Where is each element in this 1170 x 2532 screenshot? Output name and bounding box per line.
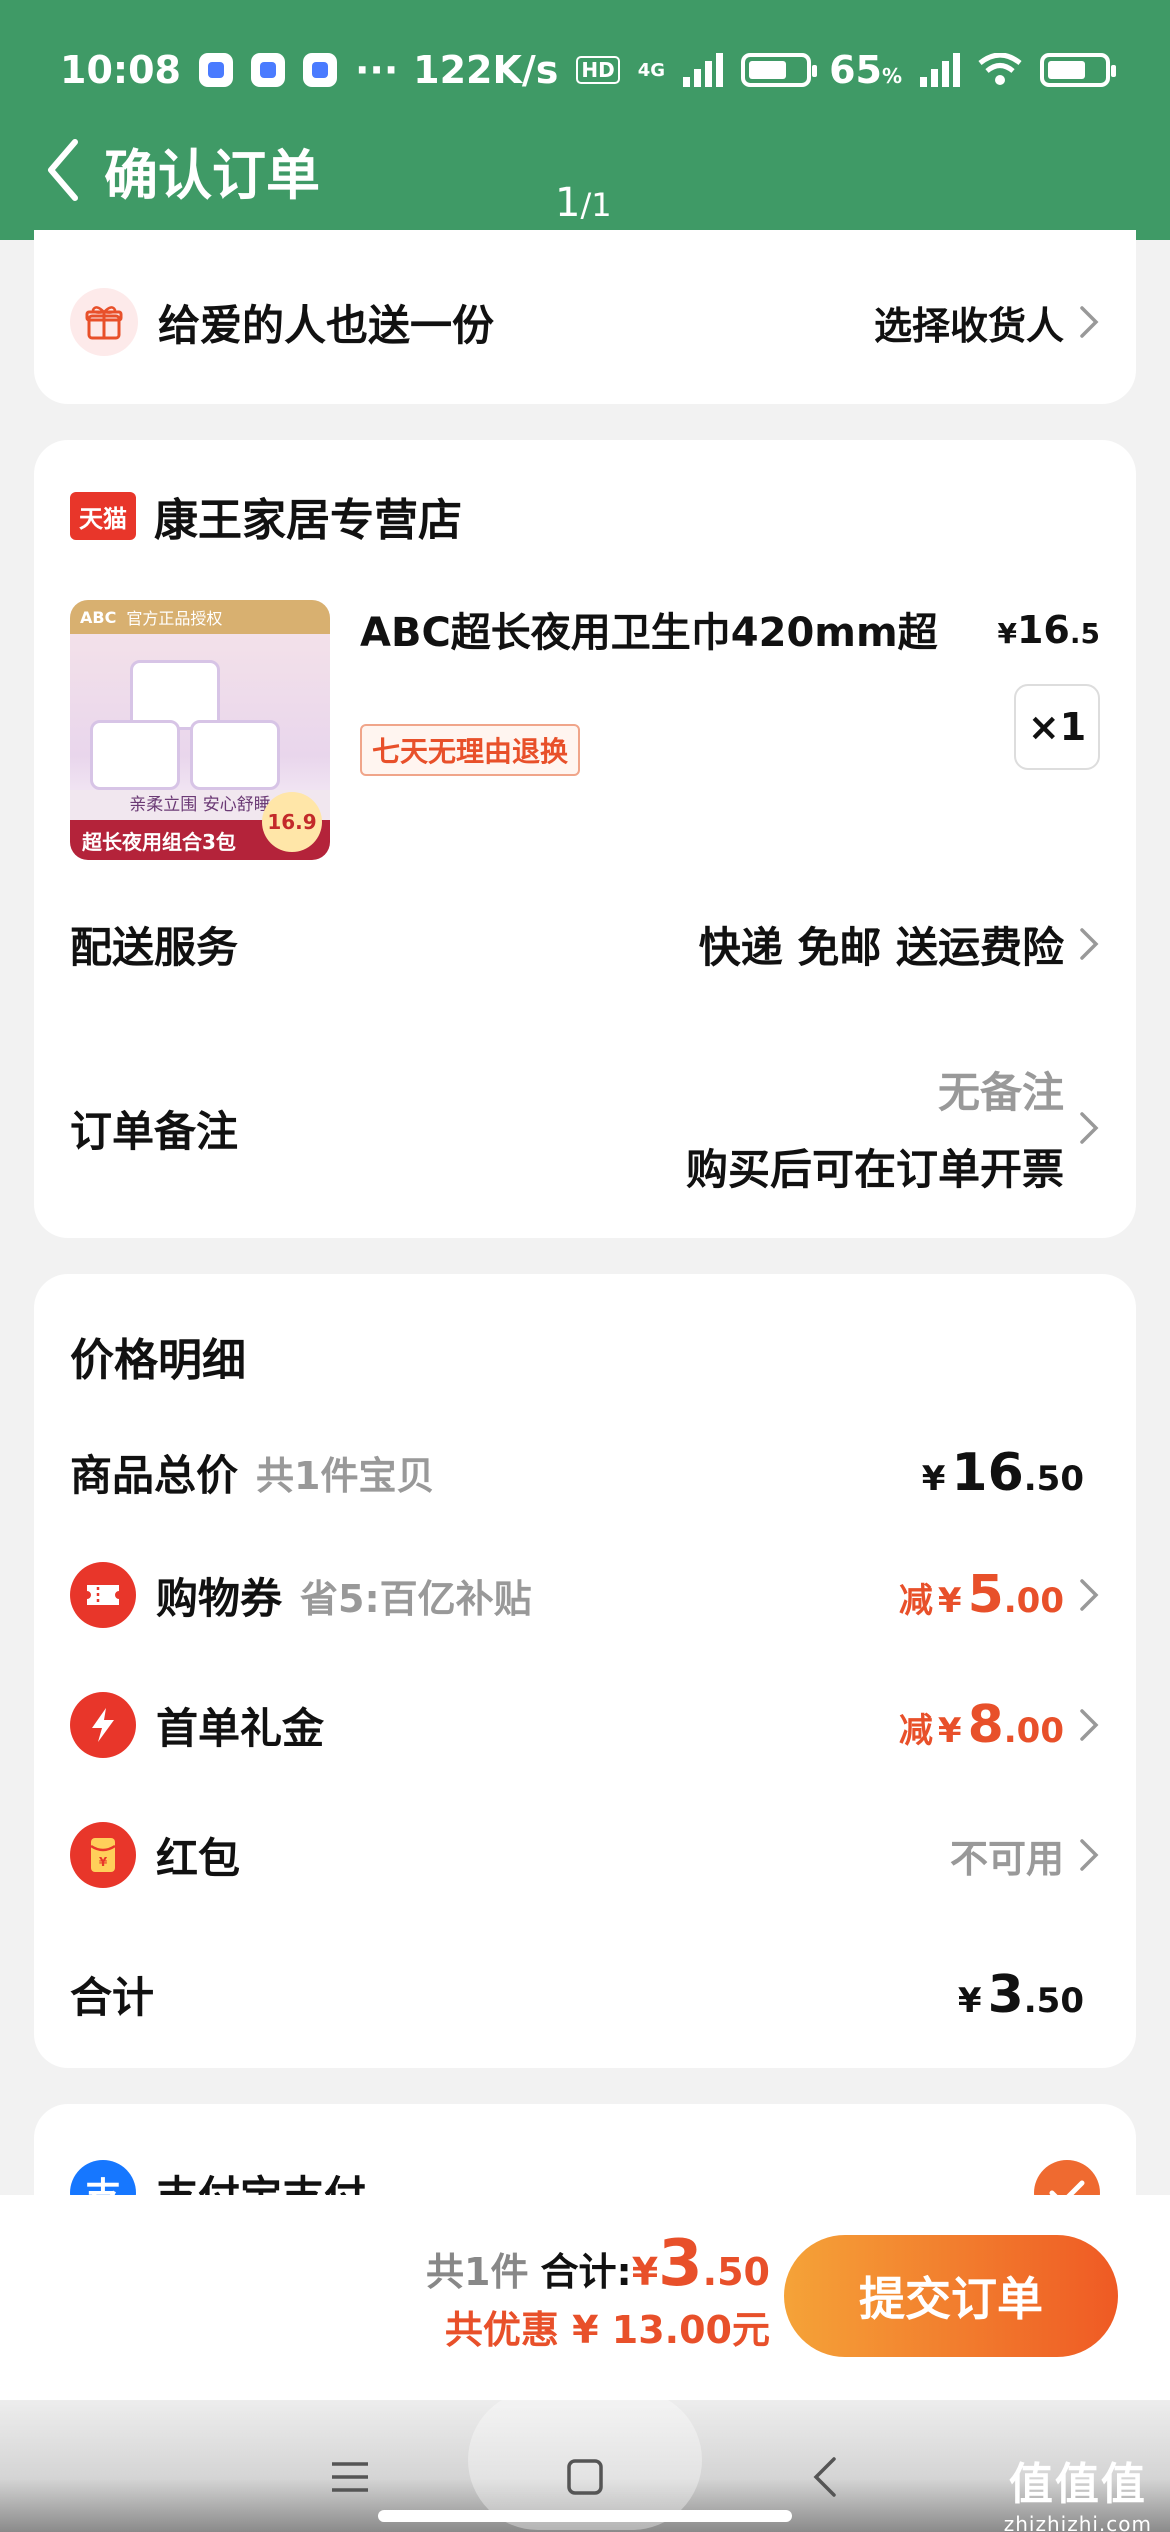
total-price-row: 商品总价 共1件宝贝 ¥16.50 [70, 1442, 1100, 1503]
remark-row[interactable]: 订单备注 无备注 购买后可在订单开票 [70, 1058, 1100, 1198]
gesture-handle[interactable] [378, 2510, 792, 2522]
product-title[interactable]: ABC超长夜用卫生巾420mm超 [360, 600, 960, 658]
battery-icon [1040, 53, 1116, 87]
home-icon[interactable] [566, 2458, 604, 2496]
total-price-value: ¥16.50 [921, 1442, 1084, 1503]
app-notification-icon [198, 53, 233, 87]
first-order-row[interactable]: 首单礼金 减 ¥8.00 [70, 1692, 1100, 1758]
net-type: 4G [637, 59, 666, 81]
coupon-detail: 省5:百亿补贴 [300, 1576, 532, 1621]
gift-icon [70, 288, 138, 356]
delivery-row[interactable]: 配送服务 快递 免邮 送运费险 [70, 914, 1100, 974]
delivery-value: 快递 免邮 送运费险 [698, 922, 1064, 972]
page-title: 确认订单 [104, 143, 320, 207]
status-time: 10:08 [60, 48, 181, 92]
coupon-row[interactable]: 购物券 省5:百亿补贴 减 ¥5.00 [70, 1562, 1100, 1628]
status-bar: 10:08 ··· 122K/s HD 4G 65% [0, 30, 1170, 110]
remark-label: 订单备注 [70, 1106, 239, 1156]
sum-value: ¥3.50 [957, 1964, 1084, 2025]
store-card: 天猫 康王家居专营店 ABC 官方正品授权 亲柔立围 安心舒睡 超长夜用组合3包 … [34, 440, 1136, 1238]
signal-icon [683, 53, 724, 87]
product-price: ¥16.5 [997, 608, 1101, 652]
total-discount: 共优惠 ¥ 13.00元 [444, 2308, 770, 2352]
chevron-right-icon [1080, 1709, 1099, 1741]
more-notifications-icon: ··· [354, 48, 399, 92]
sum-row: 合计 ¥3.50 [70, 1964, 1100, 2025]
watermark: 值值值 zhizhizhi.com [1003, 2459, 1152, 2532]
first-order-value: 减 ¥8.00 [898, 1695, 1064, 1755]
item-count: 共1件宝贝 [256, 1454, 435, 1498]
menu-icon[interactable] [330, 2460, 370, 2494]
sum-label: 合计 [70, 1973, 155, 2022]
total-price-label: 商品总价 [70, 1451, 239, 1500]
red-packet-value: 不可用 [949, 1836, 1064, 1881]
app-header: 10:08 ··· 122K/s HD 4G 65% 确认订单 1/1 [0, 0, 1170, 240]
red-packet-icon: ¥ [70, 1822, 136, 1888]
battery-icon [741, 53, 818, 87]
chevron-right-icon [1080, 1112, 1099, 1144]
first-order-label: 首单礼金 [156, 1703, 325, 1753]
hd-badge: HD [576, 56, 620, 84]
battery-level: 65% [829, 48, 902, 92]
price-detail-card: 价格明细 商品总价 共1件宝贝 ¥16.50 购物券 省5:百亿补贴 减 ¥5.… [34, 1274, 1136, 2068]
gift-card[interactable]: 给爱的人也送一份 选择收货人 [34, 230, 1136, 404]
red-packet-label: 红包 [156, 1833, 241, 1883]
chevron-right-icon [1080, 1579, 1099, 1611]
lightning-icon [70, 1692, 136, 1758]
choose-receiver-link[interactable]: 选择收货人 [874, 295, 1064, 350]
return-policy-tag: 七天无理由退换 [360, 724, 581, 776]
wifi-icon [978, 53, 1022, 85]
coupon-value: 减 ¥5.00 [898, 1565, 1064, 1625]
chevron-left-icon [48, 139, 78, 201]
chevron-right-icon [1080, 1839, 1099, 1871]
invoice-hint: 购买后可在订单开票 [685, 1145, 1064, 1194]
ticket-icon [70, 1562, 136, 1628]
coupon-label: 购物券 [156, 1573, 283, 1623]
page-indicator: 1/1 [555, 180, 612, 226]
red-packet-row[interactable]: ¥ 红包 不可用 [70, 1822, 1100, 1888]
price-detail-title: 价格明细 [70, 1335, 246, 1386]
store-name[interactable]: 康王家居专营店 [154, 484, 462, 548]
quantity-button[interactable]: ×1 [1014, 684, 1100, 770]
chevron-right-icon [1080, 306, 1099, 338]
checkout-summary: 共1件 合计: ¥ 3 .50 [426, 2227, 770, 2301]
delivery-label: 配送服务 [70, 922, 239, 972]
signal-icon [920, 53, 960, 87]
tmall-badge: 天猫 [70, 492, 136, 540]
gift-label: 给爱的人也送一份 [158, 300, 495, 350]
submit-order-button[interactable]: 提交订单 [784, 2235, 1118, 2357]
back-nav-icon[interactable] [812, 2456, 838, 2498]
svg-text:¥: ¥ [99, 1855, 108, 1869]
app-notification-icon [302, 53, 337, 87]
network-speed: 122K/s [413, 48, 559, 92]
remark-value: 无备注 [937, 1068, 1064, 1117]
app-notification-icon [250, 53, 285, 87]
back-button[interactable] [28, 130, 98, 210]
chevron-right-icon [1080, 928, 1099, 960]
product-image[interactable]: ABC 官方正品授权 亲柔立围 安心舒睡 超长夜用组合3包 16.9 [70, 600, 330, 860]
